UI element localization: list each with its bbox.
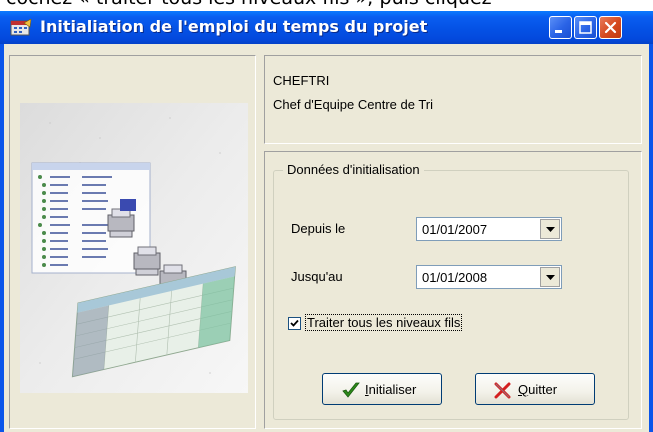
close-button[interactable] [599,16,622,39]
chevron-down-icon [546,227,555,232]
illustration-panel [9,55,256,429]
close-icon [494,382,511,399]
window-title: Initialiation de l'emploi du temps du pr… [40,17,428,36]
initialize-button[interactable]: Initialiser [322,373,442,405]
maximize-button[interactable] [574,16,597,39]
title-bar[interactable]: Initialiation de l'emploi du temps du pr… [0,11,653,44]
process-children-label[interactable]: Traiter tous les niveaux fils [304,314,463,331]
to-date-value: 01/01/2008 [422,270,488,285]
to-date-picker[interactable]: 01/01/2008 [416,265,562,289]
close-icon [604,21,617,34]
minimize-button[interactable] [549,16,572,39]
project-code: CHEFTRI [273,73,330,88]
from-date-picker[interactable]: 01/01/2007 [416,217,562,241]
minimize-icon [555,30,562,33]
from-date-value: 01/01/2007 [422,222,488,237]
dialog-window: Initialiation de l'emploi du temps du pr… [0,11,653,432]
quit-button[interactable]: Quitter [475,373,595,405]
checkmark-icon [342,382,360,398]
chevron-down-icon [546,275,555,280]
app-calendar-icon [10,19,32,36]
from-date-dropdown-button[interactable] [540,219,560,239]
project-description: Chef d'Equipe Centre de Tri [273,97,434,112]
from-date-label: Depuis le [291,221,346,236]
settings-panel: Données d'initialisation Depuis le 01/01… [264,151,642,429]
maximize-icon [579,21,592,34]
to-date-dropdown-button[interactable] [540,267,560,287]
process-children-checkbox[interactable] [288,317,301,330]
init-data-groupbox: Données d'initialisation Depuis le 01/01… [273,162,629,420]
initialize-button-label: Initialiser [365,382,417,397]
project-info-panel: CHEFTRI Chef d'Equipe Centre de Tri [264,55,642,144]
quit-button-label: Quitter [518,382,558,397]
checkmark-icon [290,319,299,327]
groupbox-legend: Données d'initialisation [283,162,424,177]
schedule-illustration [20,103,248,393]
dialog-client-area: CHEFTRI Chef d'Equipe Centre de Tri Donn… [4,44,649,432]
to-date-label: Jusqu'au [291,269,343,284]
background-text: cochez « traiter tous les niveaux fils »… [0,0,653,11]
